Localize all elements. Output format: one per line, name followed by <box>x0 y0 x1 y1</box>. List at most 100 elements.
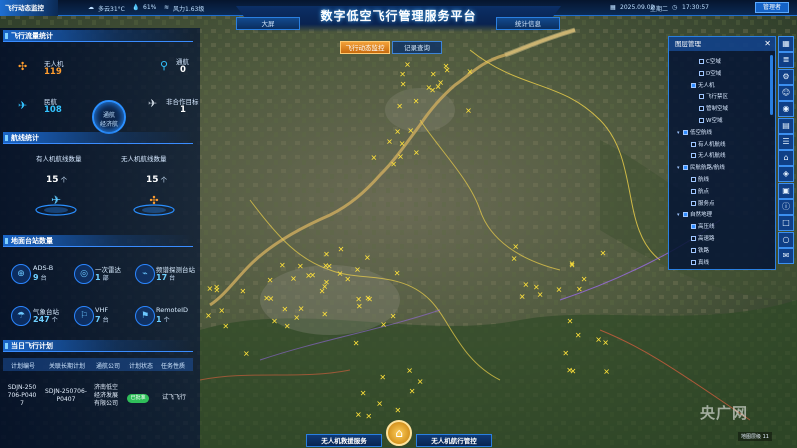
layer-label: 管制空域 <box>706 106 729 113</box>
layer-row[interactable]: 无人机 <box>685 81 715 91</box>
clock-icon: ◷ <box>672 4 678 11</box>
layer-row[interactable]: ▾ 民航航路/航线 <box>677 163 725 173</box>
admin-button[interactable]: 管理者 <box>755 2 789 13</box>
long-term-cell[interactable]: SDJN-250706-P0407 <box>44 388 88 404</box>
weather-station-icon: ☂ <box>11 306 31 326</box>
grid-icon[interactable]: ▦ <box>778 36 794 52</box>
layer-row[interactable]: ▾ 低空航线 <box>677 128 712 138</box>
drone-marker-icon: ✕ <box>399 140 406 149</box>
map-icon[interactable]: ▤ <box>778 117 794 134</box>
drone-marker-icon: ✕ <box>413 149 420 158</box>
station-label: ADS-B <box>33 264 54 272</box>
mode-label[interactable]: 飞行动态监控 <box>0 0 58 16</box>
humidity-text: 61% <box>143 4 157 11</box>
layer-row[interactable]: 服务点 <box>685 199 715 209</box>
chat-icon[interactable]: ✉ <box>778 247 794 264</box>
layer-checkbox[interactable] <box>691 188 696 194</box>
tab-record-query[interactable]: 记录查询 <box>392 41 442 54</box>
drone-marker-icon: ✕ <box>205 312 212 321</box>
layer-row[interactable]: C空域 <box>693 57 721 67</box>
remoteid-icon: ⚑ <box>135 306 155 326</box>
layer-checkbox[interactable] <box>691 200 696 206</box>
layer-label: 低空航线 <box>690 129 713 136</box>
wind-icon: ≋ <box>164 4 170 11</box>
ground-stations-heading: 地面台站数量 <box>3 235 193 247</box>
square-icon[interactable]: □ <box>778 215 794 232</box>
layer-row[interactable]: 铁路 <box>685 246 709 256</box>
user-icon[interactable]: ☺ <box>778 84 794 101</box>
drone-marker-icon: ✕ <box>562 349 569 358</box>
layer-checkbox[interactable] <box>691 141 696 147</box>
layer-checkbox[interactable] <box>699 118 704 123</box>
home-icon[interactable]: ⌂ <box>386 420 412 446</box>
drone-marker-icon: ✕ <box>297 262 304 271</box>
weather-icon: ☁ <box>88 4 94 11</box>
time-text: 17:30:57 <box>682 4 709 11</box>
layer-checkbox[interactable] <box>691 259 696 265</box>
drone-marker-icon: ✕ <box>390 160 397 169</box>
drone-marker-icon: ✕ <box>353 339 360 348</box>
layer-row[interactable]: W空域 <box>693 116 722 126</box>
close-icon[interactable]: ✕ <box>764 37 771 51</box>
info-icon[interactable]: ⓘ <box>778 199 794 215</box>
layer-checkbox[interactable] <box>691 236 696 241</box>
tab-uav-control[interactable]: 无人机航行管控 <box>416 434 492 447</box>
layer-row[interactable]: 真线 <box>685 258 709 268</box>
layer-row[interactable]: D空域 <box>693 69 721 79</box>
layer-row[interactable]: 航线 <box>685 175 709 185</box>
tab-uav-rescue[interactable]: 无人机救援服务 <box>306 434 382 447</box>
col-header: 任务性质 <box>161 363 186 370</box>
layer-row[interactable]: 无人机航线 <box>685 151 726 161</box>
plan-id-cell[interactable]: SDJN-250706-P0407 <box>7 384 37 408</box>
layer-checkbox[interactable] <box>691 177 696 182</box>
layer-row[interactable]: 管制空域 <box>693 104 728 114</box>
tag-icon[interactable]: ◈ <box>778 166 794 183</box>
layer-label: 有人机航线 <box>698 141 726 148</box>
layer-checkbox[interactable] <box>699 59 704 64</box>
manned-route-pedestal: ✈ <box>35 193 77 216</box>
eye-icon[interactable]: ◉ <box>778 101 794 118</box>
layer-checkbox[interactable] <box>699 70 704 76</box>
drone-marker-icon: ✕ <box>290 275 297 284</box>
layer-row[interactable]: 高速路 <box>685 234 715 244</box>
gear-icon[interactable]: ⚙ <box>778 68 794 85</box>
drone-marker-icon: ✕ <box>435 82 442 91</box>
layer-checkbox[interactable] <box>699 94 704 100</box>
drone-marker-icon: ✕ <box>581 275 588 284</box>
center-gauge: 通航 经济航 <box>92 100 126 134</box>
uav-icon: ✣ <box>18 60 28 73</box>
drone-marker-icon: ✕ <box>380 321 387 330</box>
nav-statistics[interactable]: 统计信息 <box>496 17 560 30</box>
list-icon[interactable]: ☰ <box>778 133 794 150</box>
box-icon[interactable]: ▣ <box>778 182 794 199</box>
drone-marker-icon: ✕ <box>556 285 563 294</box>
drone-marker-icon: ✕ <box>240 287 247 296</box>
circle-icon[interactable]: ○ <box>778 231 794 248</box>
layer-checkbox[interactable] <box>691 153 696 159</box>
watermark-logo: 央广网 <box>700 404 749 422</box>
nav-big-screen[interactable]: 大屏 <box>236 17 300 30</box>
layer-row[interactable]: 有人机航线 <box>685 140 726 150</box>
layer-checkbox[interactable] <box>691 82 696 88</box>
layer-checkbox[interactable] <box>683 165 688 171</box>
station-value: 17 台 <box>156 273 176 282</box>
layer-row[interactable]: 航点 <box>685 187 709 197</box>
tab-flight-monitor[interactable]: 飞行动态监控 <box>340 41 390 54</box>
layer-checkbox[interactable] <box>691 224 696 230</box>
layer-checkbox[interactable] <box>683 212 688 218</box>
layers-icon[interactable]: ≣ <box>778 52 794 69</box>
drone-marker-icon: ✕ <box>305 272 312 281</box>
layer-row[interactable]: ▾ 自然地理 <box>677 210 712 220</box>
svg-text:✣: ✣ <box>149 194 158 207</box>
flight-stats-heading: 飞行流量统计 <box>3 30 193 42</box>
layer-scrollbar[interactable] <box>770 55 773 115</box>
layer-row[interactable]: 高压线 <box>685 222 715 232</box>
layer-checkbox[interactable] <box>699 106 704 112</box>
layer-row[interactable]: 飞行禁区 <box>693 92 728 102</box>
layer-label: 无人机航线 <box>698 153 726 160</box>
airplane-icon: ✈ <box>18 99 28 112</box>
layer-checkbox[interactable] <box>691 247 696 253</box>
layer-checkbox[interactable] <box>683 129 688 135</box>
home-icon[interactable]: ⌂ <box>778 150 794 167</box>
layer-panel-title: 图层管理 <box>669 37 775 51</box>
